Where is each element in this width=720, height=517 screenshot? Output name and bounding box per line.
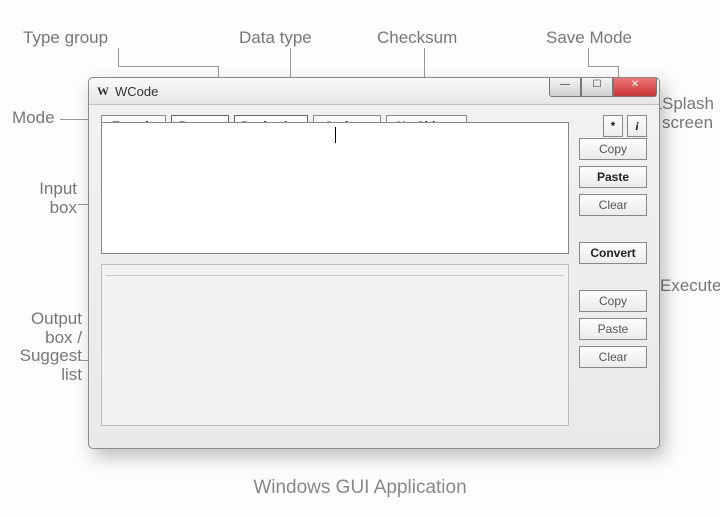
output-list[interactable] (101, 264, 569, 426)
text-caret (335, 127, 336, 143)
annotation-save-mode: Save Mode (546, 28, 632, 48)
output-separator (106, 275, 564, 276)
info-button[interactable]: i (627, 115, 647, 137)
window-controls: — ☐ ✕ (549, 78, 657, 97)
annotation-mode: Mode (12, 108, 55, 128)
output-copy-button[interactable]: Copy (579, 290, 647, 312)
output-paste-button[interactable]: Paste (579, 318, 647, 340)
window-title: WCode (115, 84, 158, 99)
figure-caption: Windows GUI Application (0, 477, 720, 499)
maximize-button[interactable]: ☐ (581, 78, 613, 97)
input-paste-button[interactable]: Paste (579, 166, 647, 188)
content-area (101, 122, 569, 434)
input-textarea[interactable] (101, 122, 569, 254)
output-clear-button[interactable]: Clear (579, 346, 647, 368)
annotation-execute: Execute (660, 276, 720, 296)
app-window: W WCode — ☐ ✕ Encode Raw Decimal Options… (88, 77, 660, 449)
close-button[interactable]: ✕ (613, 78, 657, 97)
convert-button[interactable]: Convert (579, 242, 647, 264)
side-buttons: Copy Paste Clear Convert Copy Paste Clea… (579, 138, 647, 368)
annotation-input-box: Input box (17, 180, 77, 217)
input-clear-button[interactable]: Clear (579, 194, 647, 216)
input-copy-button[interactable]: Copy (579, 138, 647, 160)
minimize-button[interactable]: — (549, 78, 581, 97)
app-icon: W (97, 84, 109, 99)
save-mode-button[interactable]: * (603, 115, 623, 137)
titlebar[interactable]: W WCode — ☐ ✕ (89, 78, 659, 105)
annotation-data-type: Data type (239, 28, 312, 48)
annotation-output-box: Output box / Suggest list (12, 310, 82, 385)
annotation-type-group: Type group (23, 28, 108, 48)
annotation-checksum: Checksum (377, 28, 457, 48)
annotation-splash-screen: Splash screen (662, 95, 717, 132)
